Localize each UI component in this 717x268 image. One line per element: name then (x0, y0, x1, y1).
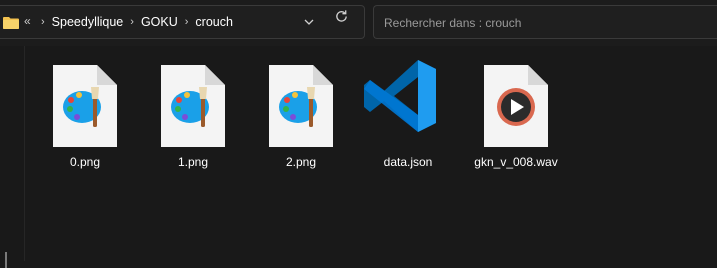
breadcrumb-item-crouch[interactable]: crouch (195, 15, 233, 29)
navigation-pane (0, 46, 25, 268)
file-name: data.json (383, 155, 433, 169)
breadcrumb-item-speedyllique[interactable]: Speedyllique (52, 15, 124, 29)
file-name: gkn_v_008.wav (474, 155, 558, 169)
breadcrumb: › Speedyllique › GOKU › crouch (41, 15, 233, 29)
file-name: 0.png (69, 155, 101, 169)
refresh-icon[interactable] (334, 9, 349, 24)
chevron-right-icon: › (130, 16, 134, 28)
file-item[interactable]: 2.png (257, 57, 345, 175)
file-name: 1.png (177, 155, 209, 169)
chevron-right-icon: › (184, 16, 189, 28)
paint-image-icon (269, 65, 333, 147)
chevron-down-icon[interactable] (303, 16, 315, 28)
scrollbar[interactable] (5, 252, 7, 268)
file-item[interactable]: 0.png (41, 57, 129, 175)
media-player-icon (484, 65, 548, 147)
paint-image-icon (53, 65, 117, 147)
folder-icon (3, 17, 19, 29)
toolbar: « › Speedyllique › GOKU › crouch (0, 0, 717, 46)
search-box[interactable] (373, 5, 717, 39)
file-item[interactable]: gkn_v_008.wav (472, 57, 560, 175)
vscode-icon (364, 60, 436, 132)
breadcrumb-overflow[interactable]: « (24, 14, 31, 28)
chevron-right-icon: › (41, 16, 45, 28)
breadcrumb-item-goku[interactable]: GOKU (141, 15, 178, 29)
paint-image-icon (161, 65, 225, 147)
file-item[interactable]: 1.png (149, 57, 237, 175)
file-item[interactable]: data.json (364, 57, 452, 175)
file-name: 2.png (285, 155, 317, 169)
address-bar[interactable]: « › Speedyllique › GOKU › crouch (0, 5, 365, 39)
search-input[interactable] (382, 13, 706, 33)
